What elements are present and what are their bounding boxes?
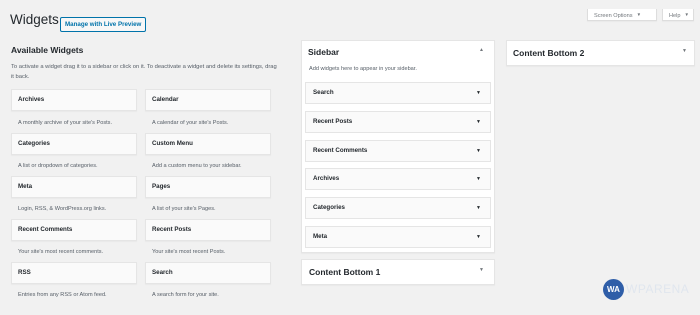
widget-description: Your site's most recent comments. bbox=[18, 249, 104, 255]
widget-description: A calendar of your site's Posts. bbox=[152, 120, 229, 126]
widget-description: A list of your site's Pages. bbox=[152, 206, 216, 212]
sidebar-widget-label: Recent Posts bbox=[313, 118, 353, 125]
sidebar-widget-recent-posts[interactable]: Recent Posts ▼ bbox=[305, 111, 491, 133]
sidebar-widget-meta[interactable]: Meta ▼ bbox=[305, 226, 491, 248]
help-label: Help bbox=[669, 13, 681, 19]
widget-description: Login, RSS, & WordPress.org links. bbox=[18, 206, 107, 212]
expand-arrow-icon[interactable]: ▼ bbox=[476, 227, 481, 247]
wparena-watermark: WPARENA bbox=[626, 282, 690, 296]
caret-down-icon: ▼ bbox=[684, 12, 689, 17]
sidebar-widget-label: Recent Comments bbox=[313, 147, 368, 154]
sidebar-widget-label: Archives bbox=[313, 175, 340, 182]
wparena-logo: WA bbox=[603, 279, 624, 300]
widget-description: A list or dropdown of categories. bbox=[18, 163, 98, 169]
sidebar-title: Sidebar bbox=[308, 47, 340, 57]
caret-down-icon: ▼ bbox=[636, 12, 642, 17]
widget-recent-comments[interactable]: Recent Comments bbox=[11, 219, 137, 241]
available-widgets-title: Available Widgets bbox=[11, 45, 84, 55]
manage-live-preview-button[interactable]: Manage with Live Preview bbox=[60, 17, 147, 32]
screen-options-tab[interactable]: Screen Options ▼ bbox=[587, 9, 657, 21]
widget-description: Your site's most recent Posts. bbox=[152, 249, 226, 255]
widget-archives[interactable]: Archives bbox=[11, 89, 137, 111]
expand-arrow-icon[interactable]: ▼ bbox=[682, 48, 687, 54]
sidebar-widget-label: Meta bbox=[313, 233, 328, 240]
sidebar-widget-recent-comments[interactable]: Recent Comments ▼ bbox=[305, 140, 491, 162]
widget-calendar[interactable]: Calendar bbox=[145, 89, 271, 111]
expand-arrow-icon[interactable]: ▼ bbox=[476, 141, 481, 161]
widget-pages[interactable]: Pages bbox=[145, 176, 271, 198]
content-bottom-1-title: Content Bottom 1 bbox=[309, 267, 381, 277]
widget-description: A monthly archive of your site's Posts. bbox=[18, 120, 113, 126]
widget-description: Entries from any RSS or Atom feed. bbox=[18, 292, 107, 298]
sidebar-widget-label: Search bbox=[313, 89, 334, 96]
expand-arrow-icon[interactable]: ▼ bbox=[476, 112, 481, 132]
widget-rss[interactable]: RSS bbox=[11, 262, 137, 284]
widget-search[interactable]: Search bbox=[145, 262, 271, 284]
widget-description: Add a custom menu to your sidebar. bbox=[152, 163, 242, 169]
widget-meta[interactable]: Meta bbox=[11, 176, 137, 198]
widget-custom-menu[interactable]: Custom Menu bbox=[145, 133, 271, 155]
page-title: Widgets bbox=[10, 12, 59, 27]
available-widgets-description: To activate a widget drag it to a sideba… bbox=[11, 64, 277, 80]
expand-arrow-icon[interactable]: ▼ bbox=[479, 267, 484, 273]
collapse-arrow-icon[interactable]: ▲ bbox=[479, 47, 484, 53]
sidebar-widget-categories[interactable]: Categories ▼ bbox=[305, 197, 491, 219]
widget-recent-posts[interactable]: Recent Posts bbox=[145, 219, 271, 241]
content-bottom-2-title: Content Bottom 2 bbox=[513, 48, 585, 58]
sidebar-widget-search[interactable]: Search ▼ bbox=[305, 82, 491, 104]
widget-description: A search form for your site. bbox=[152, 292, 219, 298]
help-tab[interactable]: Help ▼ bbox=[662, 9, 694, 21]
screen-options-label: Screen Options bbox=[594, 13, 633, 19]
expand-arrow-icon[interactable]: ▼ bbox=[476, 169, 481, 189]
sidebar-widget-label: Categories bbox=[313, 204, 345, 211]
expand-arrow-icon[interactable]: ▼ bbox=[476, 83, 481, 103]
sidebar-widget-archives[interactable]: Archives ▼ bbox=[305, 168, 491, 190]
sidebar-description: Add widgets here to appear in your sideb… bbox=[309, 66, 417, 72]
widget-categories[interactable]: Categories bbox=[11, 133, 137, 155]
expand-arrow-icon[interactable]: ▼ bbox=[476, 198, 481, 218]
